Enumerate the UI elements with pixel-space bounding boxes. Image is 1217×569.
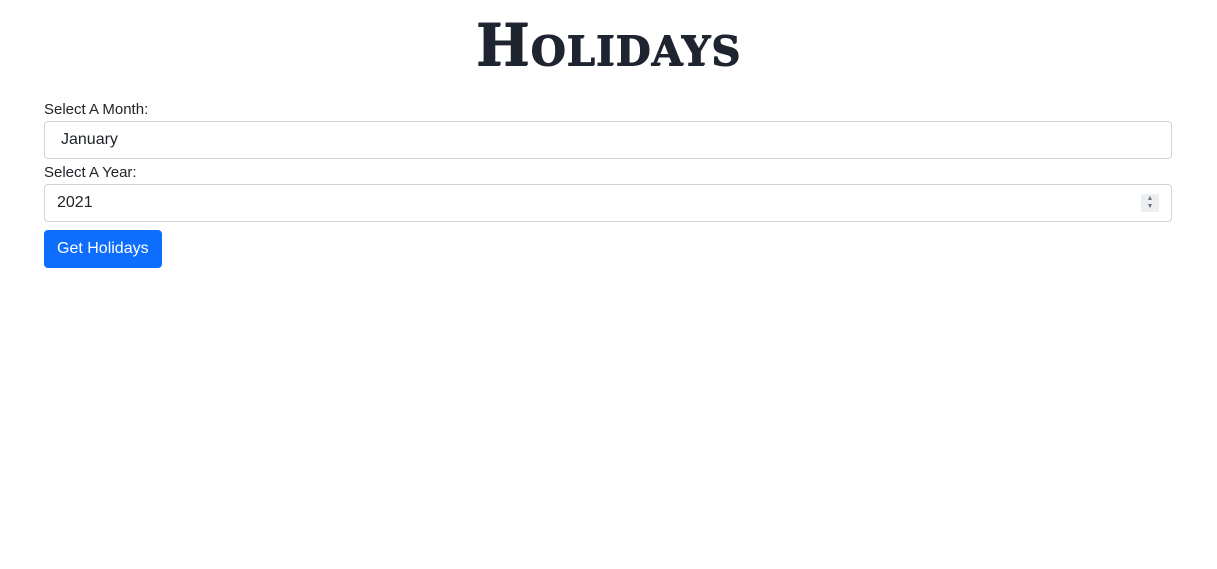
year-label: Select A Year: [44,164,137,181]
get-holidays-button[interactable]: Get Holidays [44,230,162,268]
month-select[interactable]: January [44,121,1172,159]
header: Holidays [0,0,1217,92]
year-input-value: 2021 [57,194,93,211]
chevron-down-icon[interactable]: ▼ [1147,203,1154,211]
chevron-up-icon[interactable]: ▲ [1147,195,1154,203]
stepper-arrows-icon[interactable]: ▲ ▼ [1141,194,1159,212]
holidays-page: Holidays Select A Month: January Select … [0,0,1217,569]
holiday-form: Select A Month: January Select A Year: 2… [44,100,1172,268]
page-title: Holidays [475,11,742,79]
year-input[interactable]: 2021 ▲ ▼ [44,184,1172,222]
month-label: Select A Month: [44,101,149,118]
month-select-value: January [61,131,118,148]
